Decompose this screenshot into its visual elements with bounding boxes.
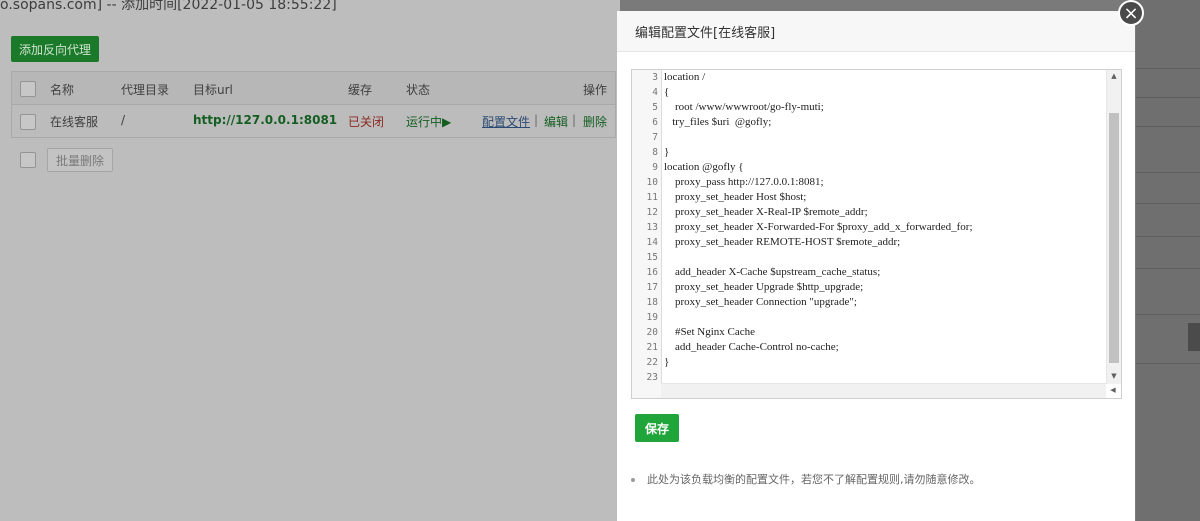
bullet-icon xyxy=(631,478,635,482)
select-all-checkbox[interactable] xyxy=(20,81,36,97)
background-scrollbar xyxy=(1188,323,1200,351)
row-run-status[interactable]: 运行中▶ xyxy=(406,113,451,130)
line-number: 7 xyxy=(652,132,658,143)
code-line[interactable]: proxy_pass http://127.0.0.1:8081; xyxy=(664,175,824,190)
line-number: 20 xyxy=(646,327,658,338)
dialog-title: 编辑配置文件[在线客服] xyxy=(635,26,776,41)
line-number: 6 xyxy=(652,117,658,128)
add-reverse-proxy-button[interactable]: 添加反向代理 xyxy=(11,36,99,62)
action-separator: | xyxy=(572,113,577,127)
col-name: 名称 xyxy=(50,83,75,97)
code-line[interactable]: proxy_set_header Connection "upgrade"; xyxy=(664,295,857,310)
line-number: 17 xyxy=(646,282,658,293)
code-line[interactable]: } xyxy=(664,145,669,160)
edit-link[interactable]: 编辑 xyxy=(544,113,568,130)
code-editor[interactable]: 3 4 5 6 7 8 9 10 11 12 13 14 15 16 17 18 19 20 21 22 23 loca… xyxy=(631,69,1122,399)
page: o.sopans.com] -- 添加时间[2022-01-05 18:55:2… xyxy=(0,0,1200,521)
divider xyxy=(1136,68,1200,69)
code-line[interactable]: location @gofly { xyxy=(664,160,744,175)
line-number: 13 xyxy=(646,222,658,233)
code-line[interactable]: proxy_set_header X-Forwarded-For $proxy_… xyxy=(664,220,973,235)
divider xyxy=(1136,236,1200,237)
table-row: 在线客服 / http://127.0.0.1:8081 已关闭 运行中▶ 配置… xyxy=(12,105,615,137)
background-right-panel xyxy=(1136,0,1200,521)
save-button[interactable]: 保存 xyxy=(635,414,679,442)
row-name: 在线客服 xyxy=(50,115,99,129)
proxy-table: 名称 代理目录 目标url 缓存 状态 操作 在线客服 / http://127… xyxy=(11,71,616,138)
scroll-right-icon[interactable]: ▶ xyxy=(1118,386,1121,394)
code-line[interactable]: proxy_set_header X-Real-IP $remote_addr; xyxy=(664,205,868,220)
code-line[interactable]: add_header X-Cache $upstream_cache_statu… xyxy=(664,265,880,280)
divider xyxy=(1136,314,1200,315)
col-actions: 操作 xyxy=(583,83,608,97)
divider xyxy=(1136,363,1200,364)
line-number: 16 xyxy=(646,267,658,278)
col-cache: 缓存 xyxy=(348,83,373,97)
config-note: 此处为该负载均衡的配置文件，若您不了解配置规则,请勿随意修改。 xyxy=(631,471,981,487)
line-number: 5 xyxy=(652,102,658,113)
col-proxy-dir: 代理目录 xyxy=(121,83,170,97)
vertical-scroll-thumb[interactable] xyxy=(1109,113,1119,363)
col-target-url: 目标url xyxy=(193,83,233,97)
table-header: 名称 代理目录 目标url 缓存 状态 操作 xyxy=(12,72,615,105)
horizontal-scrollbar[interactable]: ◀ ▶ xyxy=(661,383,1116,398)
background-panel: o.sopans.com] -- 添加时间[2022-01-05 18:55:2… xyxy=(0,0,620,521)
line-number: 8 xyxy=(652,147,658,158)
line-number: 18 xyxy=(646,297,658,308)
code-line[interactable]: add_header Cache-Control no-cache; xyxy=(664,340,839,355)
line-number: 14 xyxy=(646,237,658,248)
line-number: 12 xyxy=(646,207,658,218)
line-number: 23 xyxy=(646,372,658,383)
code-line[interactable]: #Set Nginx Cache xyxy=(664,325,755,340)
code-line[interactable]: root /www/wwwroot/go-fly-muti; xyxy=(664,100,824,115)
line-number: 3 xyxy=(652,72,658,83)
config-note-text: 此处为该负载均衡的配置文件，若您不了解配置规则,请勿随意修改。 xyxy=(647,473,981,486)
code-line[interactable]: proxy_set_header Host $host; xyxy=(664,190,806,205)
dialog-header: 编辑配置文件[在线客服] xyxy=(617,11,1135,52)
code-line[interactable]: proxy_set_header REMOTE-HOST $remote_add… xyxy=(664,235,900,250)
divider xyxy=(1136,203,1200,204)
delete-link[interactable]: 删除 xyxy=(583,113,607,130)
code-line[interactable]: } xyxy=(664,355,669,370)
line-number: 15 xyxy=(646,252,658,263)
line-number: 19 xyxy=(646,312,658,323)
divider xyxy=(1136,126,1200,127)
line-number: 22 xyxy=(646,357,658,368)
code-line[interactable]: proxy_set_header Upgrade $http_upgrade; xyxy=(664,280,863,295)
vertical-scrollbar[interactable]: ▲ ▼ xyxy=(1106,70,1121,384)
scroll-down-icon[interactable]: ▼ xyxy=(1107,372,1121,380)
row-cache-status[interactable]: 已关闭 xyxy=(348,113,384,130)
line-number: 9 xyxy=(652,162,658,173)
row-url: http://127.0.0.1:8081 xyxy=(193,113,338,127)
action-separator: | xyxy=(534,113,539,127)
code-line[interactable]: location / xyxy=(664,70,705,85)
line-number: 11 xyxy=(646,192,658,203)
config-file-link[interactable]: 配置文件 xyxy=(482,113,530,130)
close-icon[interactable]: × xyxy=(1118,0,1144,26)
batch-delete-button[interactable]: 批量删除 xyxy=(47,148,113,172)
line-number: 10 xyxy=(646,177,658,188)
line-number: 21 xyxy=(646,342,658,353)
row-dir: / xyxy=(121,113,126,127)
row-checkbox[interactable] xyxy=(20,114,36,130)
batch-checkbox[interactable] xyxy=(20,152,36,168)
line-number: 4 xyxy=(652,87,658,98)
site-title: o.sopans.com] -- 添加时间[2022-01-05 18:55:2… xyxy=(0,0,337,13)
scroll-up-icon[interactable]: ▲ xyxy=(1107,72,1121,80)
code-line[interactable]: { xyxy=(664,85,669,100)
edit-config-dialog: 编辑配置文件[在线客服] 3 4 5 6 7 8 9 10 11 12 13 14 15 16 17 18 19… xyxy=(617,11,1135,521)
divider xyxy=(1136,268,1200,269)
col-status: 状态 xyxy=(406,83,431,97)
divider xyxy=(1136,172,1200,173)
code-line[interactable]: try_files $uri @gofly; xyxy=(664,115,771,130)
divider xyxy=(1136,97,1200,98)
line-number-gutter: 3 4 5 6 7 8 9 10 11 12 13 14 15 16 17 18 19 20 21 22 23 xyxy=(632,70,662,398)
